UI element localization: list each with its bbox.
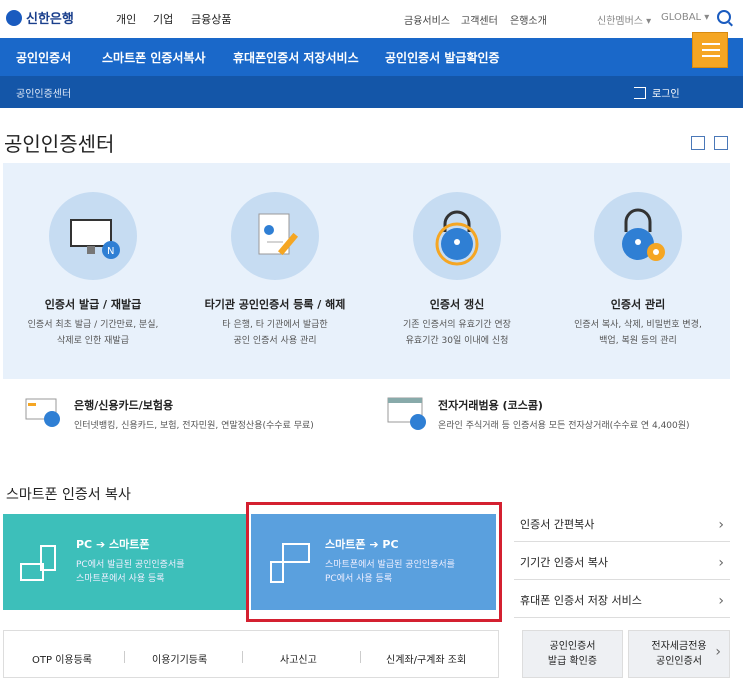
subservice-koscom-desc: 온라인 주식거래 등 인증서용 모든 전자상거래(수수료 연 4,400원) bbox=[438, 421, 690, 431]
global-dropdown[interactable]: GLOBAL ▾ bbox=[661, 12, 709, 23]
service-desc-issue-2: 삭제로 인한 재발급 bbox=[57, 336, 129, 346]
subservice-bank-title[interactable]: 은행/신용카드/보험용 bbox=[74, 397, 173, 413]
service-desc-manage-1: 인증서 복사, 삭제, 비밀번호 변경, bbox=[574, 320, 702, 330]
download-icon[interactable] bbox=[691, 136, 705, 150]
service-desc-issue-1: 인증서 최초 발급 / 기간만료, 분실, bbox=[27, 320, 159, 330]
pc-phone-icon bbox=[20, 545, 56, 581]
monitor-cert-icon[interactable]: N bbox=[49, 192, 137, 280]
breadcrumb[interactable]: 공인인증센터 bbox=[16, 85, 71, 100]
mainnav-phone-storage[interactable]: 휴대폰인증서 저장서비스 bbox=[233, 49, 359, 66]
link-easy-copy[interactable]: 인증서 간편복사 › bbox=[514, 504, 730, 542]
smartphone-section-title: 스마트폰 인증서 복사 bbox=[6, 487, 131, 503]
divider bbox=[360, 651, 361, 663]
link-account-lookup[interactable]: 신계좌/구계좌 조회 bbox=[386, 651, 466, 666]
subservice-koscom-title[interactable]: 전자거래범용 (코스콤) bbox=[438, 397, 543, 413]
service-title-renew[interactable]: 인증서 갱신 bbox=[367, 296, 547, 312]
link-device-register[interactable]: 이용기기등록 bbox=[152, 651, 207, 666]
subservice-bank-desc: 인터넷뱅킹, 신용카드, 보험, 전자민원, 연말정산용(수수료 무료) bbox=[74, 421, 314, 431]
chevron-right-icon: › bbox=[715, 644, 721, 660]
link-phone-storage[interactable]: 휴대폰 인증서 저장 서비스 › bbox=[514, 580, 730, 618]
issue-confirm-card[interactable]: 공인인증서 발급 확인증 bbox=[522, 630, 623, 678]
util-customer-center[interactable]: 고객센터 bbox=[461, 12, 498, 27]
service-desc-renew-1: 기존 인증서의 유효기간 연장 bbox=[403, 320, 511, 330]
login-button[interactable]: 로그인 bbox=[634, 85, 680, 100]
menu-line bbox=[702, 49, 720, 51]
sub-nav: 공인인증센터 로그인 bbox=[0, 76, 743, 108]
link-incident-report[interactable]: 사고신고 bbox=[280, 651, 317, 666]
main-nav: 공인인증서 스마트폰 인증서복사 휴대폰인증서 저장서비스 공인인증서 발급확인… bbox=[0, 38, 743, 76]
bottom-link-bar: OTP 이용등록 이용기기등록 사고신고 신계좌/구계좌 조회 bbox=[3, 630, 499, 678]
pc-to-smartphone-card[interactable]: PC ➔ 스마트폰 PC에서 발급된 공인인증서를 스마트폰에서 사용 등록 bbox=[3, 514, 246, 610]
print-icon[interactable] bbox=[714, 136, 728, 150]
nav-products[interactable]: 금융상품 bbox=[191, 11, 231, 27]
browser-globe-icon bbox=[387, 397, 426, 430]
lock-gear-icon[interactable] bbox=[594, 192, 682, 280]
top-bar: 신한은행 개인 기업 금융상품 금융서비스 고객센터 은행소개 신한멤버스 ▾ … bbox=[0, 0, 743, 38]
divider bbox=[124, 651, 125, 663]
svg-text:N: N bbox=[107, 246, 114, 257]
card1-desc-2: 스마트폰에서 사용 등록 bbox=[76, 574, 165, 584]
util-bank-intro[interactable]: 은행소개 bbox=[510, 12, 547, 27]
chevron-right-icon: › bbox=[718, 517, 724, 533]
login-icon bbox=[634, 86, 646, 99]
service-desc-renew-2: 유효기간 30일 이내에 신청 bbox=[405, 336, 509, 346]
service-desc-other-org-2: 공인 인증서 사용 관리 bbox=[233, 336, 317, 346]
service-desc-manage-2: 백업, 복원 등의 관리 bbox=[599, 336, 677, 346]
chevron-right-icon: › bbox=[718, 593, 724, 609]
card1-title: PC ➔ 스마트폰 bbox=[76, 538, 150, 551]
link-device-copy[interactable]: 기기간 인증서 복사 › bbox=[514, 542, 730, 580]
logo-mark-icon bbox=[6, 9, 22, 26]
hamburger-menu-button[interactable] bbox=[692, 32, 728, 68]
service-title-issue[interactable]: 인증서 발급 / 재발급 bbox=[3, 296, 183, 312]
highlight-box bbox=[246, 502, 502, 622]
shinhan-logo[interactable]: 신한은행 bbox=[6, 8, 74, 27]
card1-desc-1: PC에서 발급된 공인인증서를 bbox=[76, 560, 185, 570]
lock-refresh-icon[interactable] bbox=[413, 192, 501, 280]
service-title-manage[interactable]: 인증서 관리 bbox=[548, 296, 728, 312]
bank-card-icon bbox=[25, 398, 60, 427]
menu-line bbox=[702, 55, 720, 57]
link-otp-register[interactable]: OTP 이용등록 bbox=[32, 651, 92, 666]
mainnav-smartphone-copy[interactable]: 스마트폰 인증서복사 bbox=[102, 49, 206, 66]
document-pen-icon[interactable] bbox=[231, 192, 319, 280]
mainnav-certificate[interactable]: 공인인증서 bbox=[16, 49, 71, 66]
service-desc-other-org-1: 타 은행, 타 기관에서 발급한 bbox=[222, 320, 328, 330]
util-financial-services[interactable]: 금융서비스 bbox=[404, 12, 450, 27]
divider bbox=[242, 651, 243, 663]
search-icon[interactable] bbox=[717, 10, 731, 24]
chevron-right-icon: › bbox=[718, 555, 724, 571]
tax-cert-card[interactable]: 전자세금전용 공인인증서 › bbox=[628, 630, 730, 678]
mainnav-issue-confirm[interactable]: 공인인증서 발급확인증 bbox=[385, 49, 500, 66]
nav-business[interactable]: 기업 bbox=[153, 11, 173, 27]
service-title-other-org[interactable]: 타기관 공인인증서 등록 / 해제 bbox=[185, 296, 365, 312]
menu-line bbox=[702, 43, 720, 45]
family-site-dropdown[interactable]: 신한멤버스 ▾ bbox=[597, 12, 651, 27]
page-title: 공인인증센터 bbox=[4, 132, 115, 156]
nav-personal[interactable]: 개인 bbox=[116, 11, 136, 27]
